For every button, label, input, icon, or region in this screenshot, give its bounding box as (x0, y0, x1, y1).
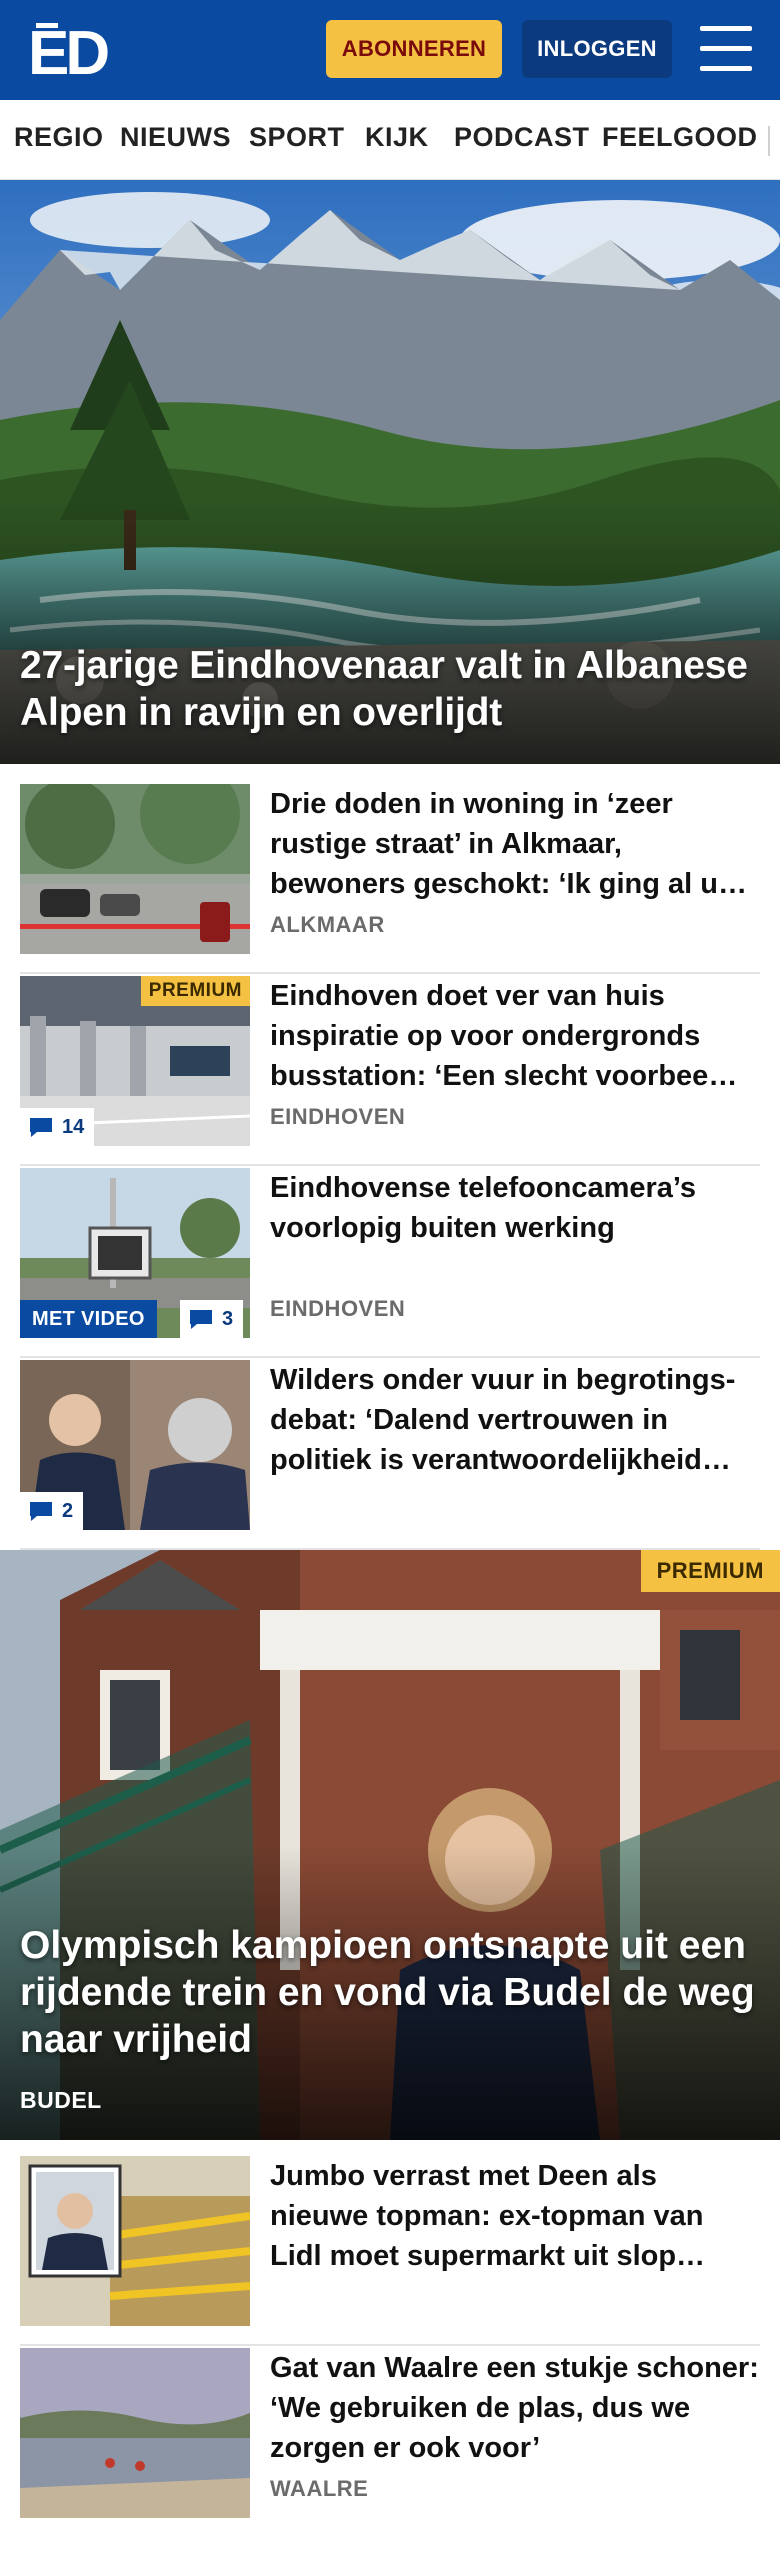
premium-badge: PREMIUM (640, 1550, 780, 1592)
article-thumbnail: 2 (20, 1360, 250, 1530)
comment-icon (190, 1310, 212, 1329)
article-title[interactable]: Wilders onder vuur in begrotings-debat: … (270, 1360, 760, 1480)
nav-item-feelgood[interactable]: FEELGOOD (602, 122, 758, 153)
article-location: WAALRE (270, 2476, 369, 2501)
comment-count: 3 (222, 1307, 234, 1330)
nav-item-podcast[interactable]: PODCAST (454, 122, 590, 153)
hamburger-menu-icon[interactable] (700, 26, 752, 72)
article-item[interactable]: Drie doden in woning in ‘zeer rustige st… (20, 784, 760, 974)
article-title[interactable]: Eindhoven doet ver van huis inspiratie o… (270, 976, 760, 1096)
article-location: ALKMAAR (270, 912, 385, 937)
article-location: EINDHOVEN (270, 1104, 406, 1129)
article-item[interactable]: Jumbo verrast met Deen als nieuwe topman… (20, 2156, 760, 2346)
comment-count-badge[interactable]: 2 (20, 1492, 84, 1530)
nav-item-sport[interactable]: SPORT (249, 122, 345, 153)
article-item[interactable]: 2 Wilders onder vuur in begrotings-debat… (20, 1360, 760, 1550)
article-thumbnail (20, 2348, 250, 2518)
nav-item-kijk[interactable]: KIJK (365, 122, 429, 153)
article-location: EINDHOVEN (270, 1296, 406, 1321)
video-badge[interactable]: MET VIDEO (20, 1300, 157, 1338)
article-title[interactable]: Jumbo verrast met Deen als nieuwe topman… (270, 2156, 760, 2276)
comment-count-badge[interactable]: 3 (180, 1300, 244, 1338)
section-nav: REGIO NIEUWS SPORT KIJK PODCAST FEELGOOD (0, 100, 780, 180)
top-bar: ED ABONNEREN INLOGGEN (0, 0, 780, 100)
article-thumbnail (20, 2156, 250, 2326)
nav-item-regio[interactable]: REGIO (14, 122, 104, 153)
article-thumbnail (20, 784, 250, 954)
hero-title[interactable]: 27-jarige Eindhovenaar valt in Albanese … (20, 642, 760, 736)
article-thumbnail: MET VIDEO 3 (20, 1168, 250, 1338)
subscribe-button[interactable]: ABONNEREN (326, 20, 502, 78)
login-button[interactable]: INLOGGEN (522, 20, 672, 78)
nav-divider (768, 126, 770, 156)
article-item[interactable]: PREMIUM 14 Eindhoven doet ver van huis i… (20, 976, 760, 1166)
article-title[interactable]: Gat van Waalre een stukje schoner: ‘We g… (270, 2348, 760, 2468)
comment-count: 14 (62, 1115, 85, 1138)
hero-article[interactable]: 27-jarige Eindhovenaar valt in Albanese … (0, 180, 780, 764)
comment-count: 2 (62, 1499, 74, 1522)
comment-count-badge[interactable]: 14 (20, 1108, 95, 1146)
ed-logo[interactable]: ED (28, 19, 116, 88)
featured-title[interactable]: Olympisch kampioen ontsnapte uit een rij… (20, 1922, 760, 2063)
logo-text: ED (28, 20, 108, 80)
article-item[interactable]: MET VIDEO 3 Eindhovense telefooncamera’s… (20, 1168, 760, 1358)
video-label: MET VIDEO (32, 1307, 145, 1330)
article-title[interactable]: Drie doden in woning in ‘zeer rustige st… (270, 784, 760, 904)
article-thumbnail: PREMIUM 14 (20, 976, 250, 1146)
nav-item-nieuws[interactable]: NIEUWS (120, 122, 231, 153)
article-title[interactable]: Eindhovense telefooncamera’s voorlopig b… (270, 1168, 760, 1248)
comment-icon (30, 1502, 52, 1521)
featured-location: BUDEL (20, 2087, 102, 2113)
premium-badge: PREMIUM (140, 976, 250, 1006)
article-item[interactable]: Gat van Waalre een stukje schoner: ‘We g… (20, 2348, 760, 2538)
featured-article[interactable]: PREMIUM Olympisch kampioen ontsnapte uit… (0, 1550, 780, 2140)
comment-icon (30, 1118, 52, 1137)
